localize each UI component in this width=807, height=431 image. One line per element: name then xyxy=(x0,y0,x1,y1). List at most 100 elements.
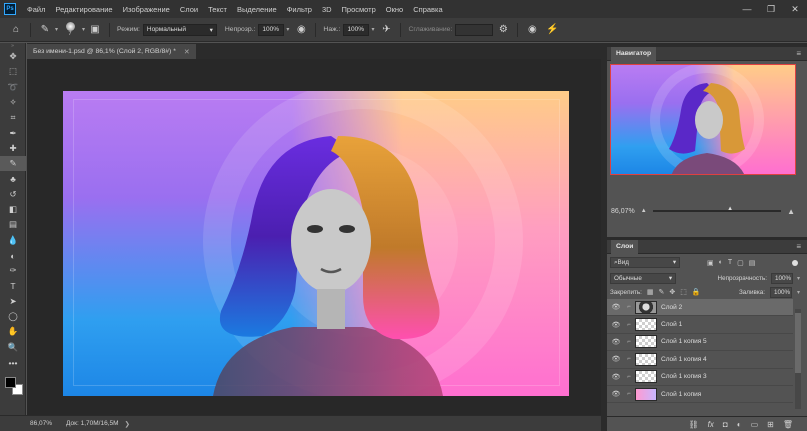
navigator-thumbnail[interactable] xyxy=(610,64,796,175)
layer-name[interactable]: Слой 1 xyxy=(661,321,682,328)
menu-filter[interactable]: Фильтр xyxy=(282,5,317,14)
fill-field[interactable]: 100% xyxy=(769,286,792,298)
gradient-icon[interactable]: ▤ xyxy=(0,217,26,232)
visibility-eye-icon[interactable]: 👁 xyxy=(607,303,625,311)
brush-panel-icon[interactable]: ▣ xyxy=(87,22,103,38)
shape-icon[interactable]: ◯ xyxy=(0,309,26,324)
color-swatches[interactable] xyxy=(0,374,25,400)
history-brush-icon[interactable]: ↺ xyxy=(0,187,26,202)
chevron-down-icon[interactable]: ▾ xyxy=(797,275,800,282)
layer-row[interactable]: 👁 ⌐ Слой 1 копия 3 xyxy=(607,369,793,386)
zoom-in-icon[interactable]: ▲ xyxy=(787,207,795,216)
document-tab[interactable]: Без имени-1.psd @ 86,1% (Слой 2, RGB/8#)… xyxy=(27,44,196,59)
crop-icon[interactable]: ⌗ xyxy=(0,110,26,125)
layers-scrollbar[interactable] xyxy=(795,309,801,409)
opacity-field[interactable]: 100% xyxy=(258,23,285,36)
scrollbar-thumb[interactable] xyxy=(795,313,801,373)
layer-thumbnail[interactable] xyxy=(635,300,657,314)
dodge-icon[interactable]: ◐ xyxy=(0,248,26,263)
minimize-icon[interactable]: — xyxy=(735,0,759,18)
filter-toggle[interactable] xyxy=(792,259,798,266)
chevron-down-icon[interactable]: ▾ xyxy=(82,26,85,33)
airbrush-icon[interactable]: ✈ xyxy=(378,22,394,38)
type-icon[interactable]: T xyxy=(0,278,26,293)
filter-shape-icon[interactable]: ▢ xyxy=(737,259,744,267)
mode-select[interactable]: Нормальный ▾ xyxy=(142,23,217,36)
group-icon[interactable]: ▭ xyxy=(751,420,759,429)
lock-artboard-icon[interactable]: ⬚ xyxy=(680,288,687,296)
zoom-icon[interactable]: 🔍 xyxy=(0,340,26,355)
layers-tab[interactable]: Слои xyxy=(611,239,639,254)
visibility-eye-icon[interactable]: 👁 xyxy=(607,355,625,363)
lock-transparency-icon[interactable]: ▦ xyxy=(647,288,654,296)
layer-thumbnail[interactable] xyxy=(635,352,657,366)
menu-view[interactable]: Просмотр xyxy=(337,5,381,14)
menu-type[interactable]: Текст xyxy=(203,5,232,14)
brush-icon[interactable]: ✎ xyxy=(0,156,26,172)
layer-name[interactable]: Слой 1 копия 4 xyxy=(661,356,707,363)
settings-gear-icon[interactable]: ⚙ xyxy=(495,22,511,38)
close-icon[interactable]: ✕ xyxy=(783,0,807,18)
status-zoom[interactable]: 86,07% xyxy=(30,420,52,427)
visibility-eye-icon[interactable]: 👁 xyxy=(607,338,625,346)
trash-icon[interactable]: 🗑 xyxy=(783,420,793,429)
lock-image-icon[interactable]: ✎ xyxy=(659,288,665,296)
panel-menu-icon[interactable]: ≡ xyxy=(796,242,801,251)
chevron-down-icon[interactable]: ▾ xyxy=(371,26,374,33)
menu-window[interactable]: Окно xyxy=(381,5,408,14)
layer-thumbnail[interactable] xyxy=(635,335,657,349)
fx-icon[interactable]: fx xyxy=(708,420,714,429)
new-layer-icon[interactable]: ⊞ xyxy=(767,420,774,429)
stamp-icon[interactable]: ♣ xyxy=(0,171,26,186)
hand-icon[interactable]: ✋ xyxy=(0,324,26,339)
layer-row[interactable]: 👁 ⌐ Слой 1 копия xyxy=(607,386,793,404)
layer-name[interactable]: Слой 1 копия xyxy=(661,391,701,398)
marquee-icon[interactable]: ⬚ xyxy=(0,64,26,79)
menu-layers[interactable]: Слои xyxy=(175,5,203,14)
menu-select[interactable]: Выделение xyxy=(232,5,282,14)
smoothing-field[interactable] xyxy=(455,23,494,36)
filter-pixel-icon[interactable]: ▣ xyxy=(707,259,714,267)
filter-type-icon[interactable]: T xyxy=(728,259,732,266)
menu-3d[interactable]: 3D xyxy=(317,5,337,14)
pressure-opacity-icon[interactable]: ◉ xyxy=(293,22,309,38)
magic-wand-icon[interactable]: ✧ xyxy=(0,95,26,110)
layer-row[interactable]: 👁 ⌐ Слой 1 xyxy=(607,316,793,334)
eraser-icon[interactable]: ◧ xyxy=(0,202,26,217)
layer-name[interactable]: Слой 1 копия 5 xyxy=(661,338,707,345)
filter-adjustment-icon[interactable]: ◐ xyxy=(719,259,723,266)
pen-icon[interactable]: ✑ xyxy=(0,263,26,278)
more-icon[interactable]: ••• xyxy=(0,355,26,370)
maximize-icon[interactable]: ❐ xyxy=(759,0,783,18)
chevron-down-icon[interactable]: ▾ xyxy=(797,289,800,296)
lasso-icon[interactable]: ➰ xyxy=(0,80,26,95)
visibility-eye-icon[interactable]: 👁 xyxy=(607,373,625,381)
menu-file[interactable]: Файл xyxy=(22,5,50,14)
foreground-color-swatch[interactable] xyxy=(5,377,16,389)
symmetry-icon[interactable]: ⚡ xyxy=(544,22,560,38)
layer-thumbnail[interactable] xyxy=(635,387,657,401)
menu-image[interactable]: Изображение xyxy=(118,5,175,14)
mask-icon[interactable]: ◘ xyxy=(723,420,728,429)
blur-icon[interactable]: 💧 xyxy=(0,233,26,248)
layer-row[interactable]: 👁 ⌐ Слой 2 xyxy=(607,299,793,317)
adjustment-icon[interactable]: ◐ xyxy=(737,420,742,429)
zoom-out-icon[interactable]: ▲ xyxy=(641,208,647,214)
blend-mode-select[interactable]: Обычные ▾ xyxy=(610,272,676,284)
panel-menu-icon[interactable]: ≡ xyxy=(796,49,801,58)
layer-name[interactable]: Слой 2 xyxy=(661,304,682,311)
filter-smart-icon[interactable]: ▤ xyxy=(749,259,756,267)
menu-edit[interactable]: Редактирование xyxy=(50,5,117,14)
artwork-canvas[interactable] xyxy=(63,91,569,396)
chevron-down-icon[interactable]: ▾ xyxy=(55,26,58,33)
layer-filter-select[interactable]: ⌕ Вид ▾ xyxy=(610,257,680,268)
layer-name[interactable]: Слой 1 копия 3 xyxy=(661,373,707,380)
path-select-icon[interactable]: ➤ xyxy=(0,294,26,309)
canvas-area[interactable] xyxy=(27,59,601,415)
layer-thumbnail[interactable] xyxy=(635,318,657,332)
move-icon[interactable]: ✥ xyxy=(0,49,26,64)
eyedropper-icon[interactable]: ✒ xyxy=(0,125,26,140)
brush-size-picker[interactable]: 7 xyxy=(60,22,80,38)
pressure-field[interactable]: 100% xyxy=(343,23,370,36)
navigator-tab[interactable]: Навигатор xyxy=(611,46,657,61)
